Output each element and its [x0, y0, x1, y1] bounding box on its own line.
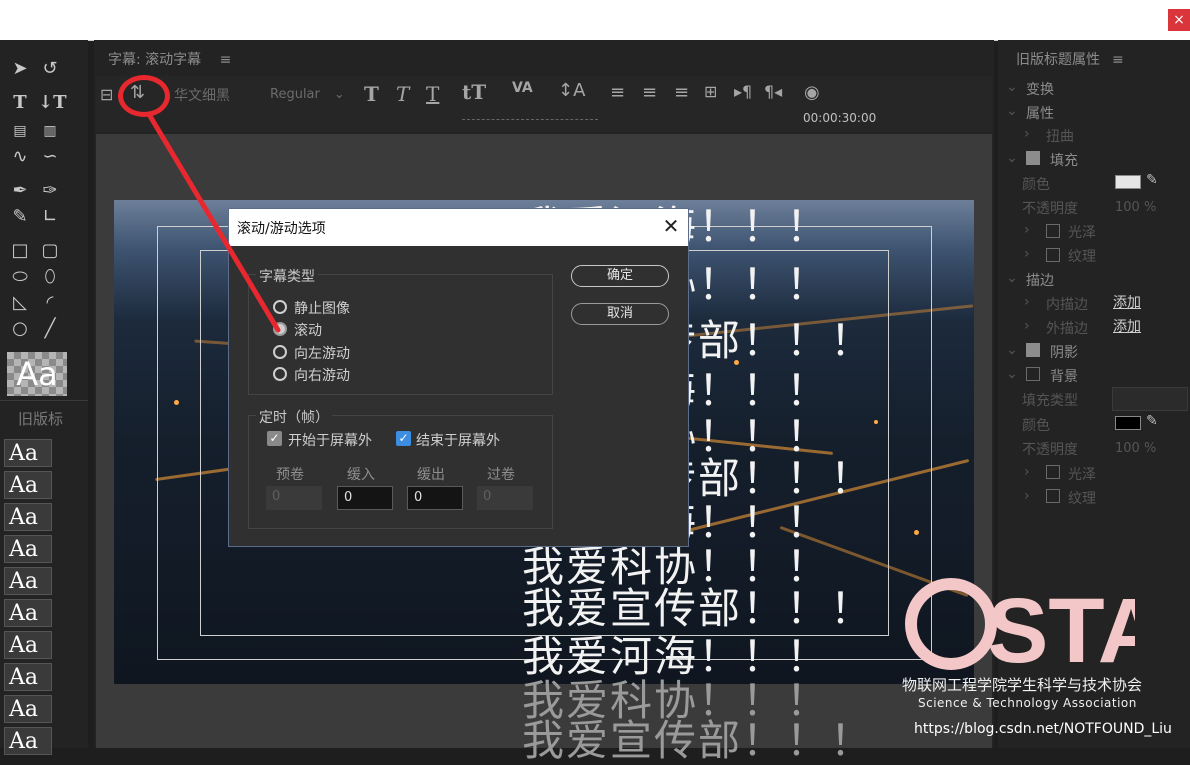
logo-text: STA: [987, 580, 1135, 670]
watermark-url: https://blog.csdn.net/NOTFOUND_Liu: [914, 721, 1172, 737]
annotation-arrow-line: [147, 113, 281, 333]
logo-ring: [905, 578, 997, 670]
watermark-en: Science & Technology Association: [918, 696, 1137, 710]
watermark-cn: 物联网工程学院学生科学与技术协会: [902, 676, 1143, 694]
csta-logo: STA: [905, 578, 1135, 670]
